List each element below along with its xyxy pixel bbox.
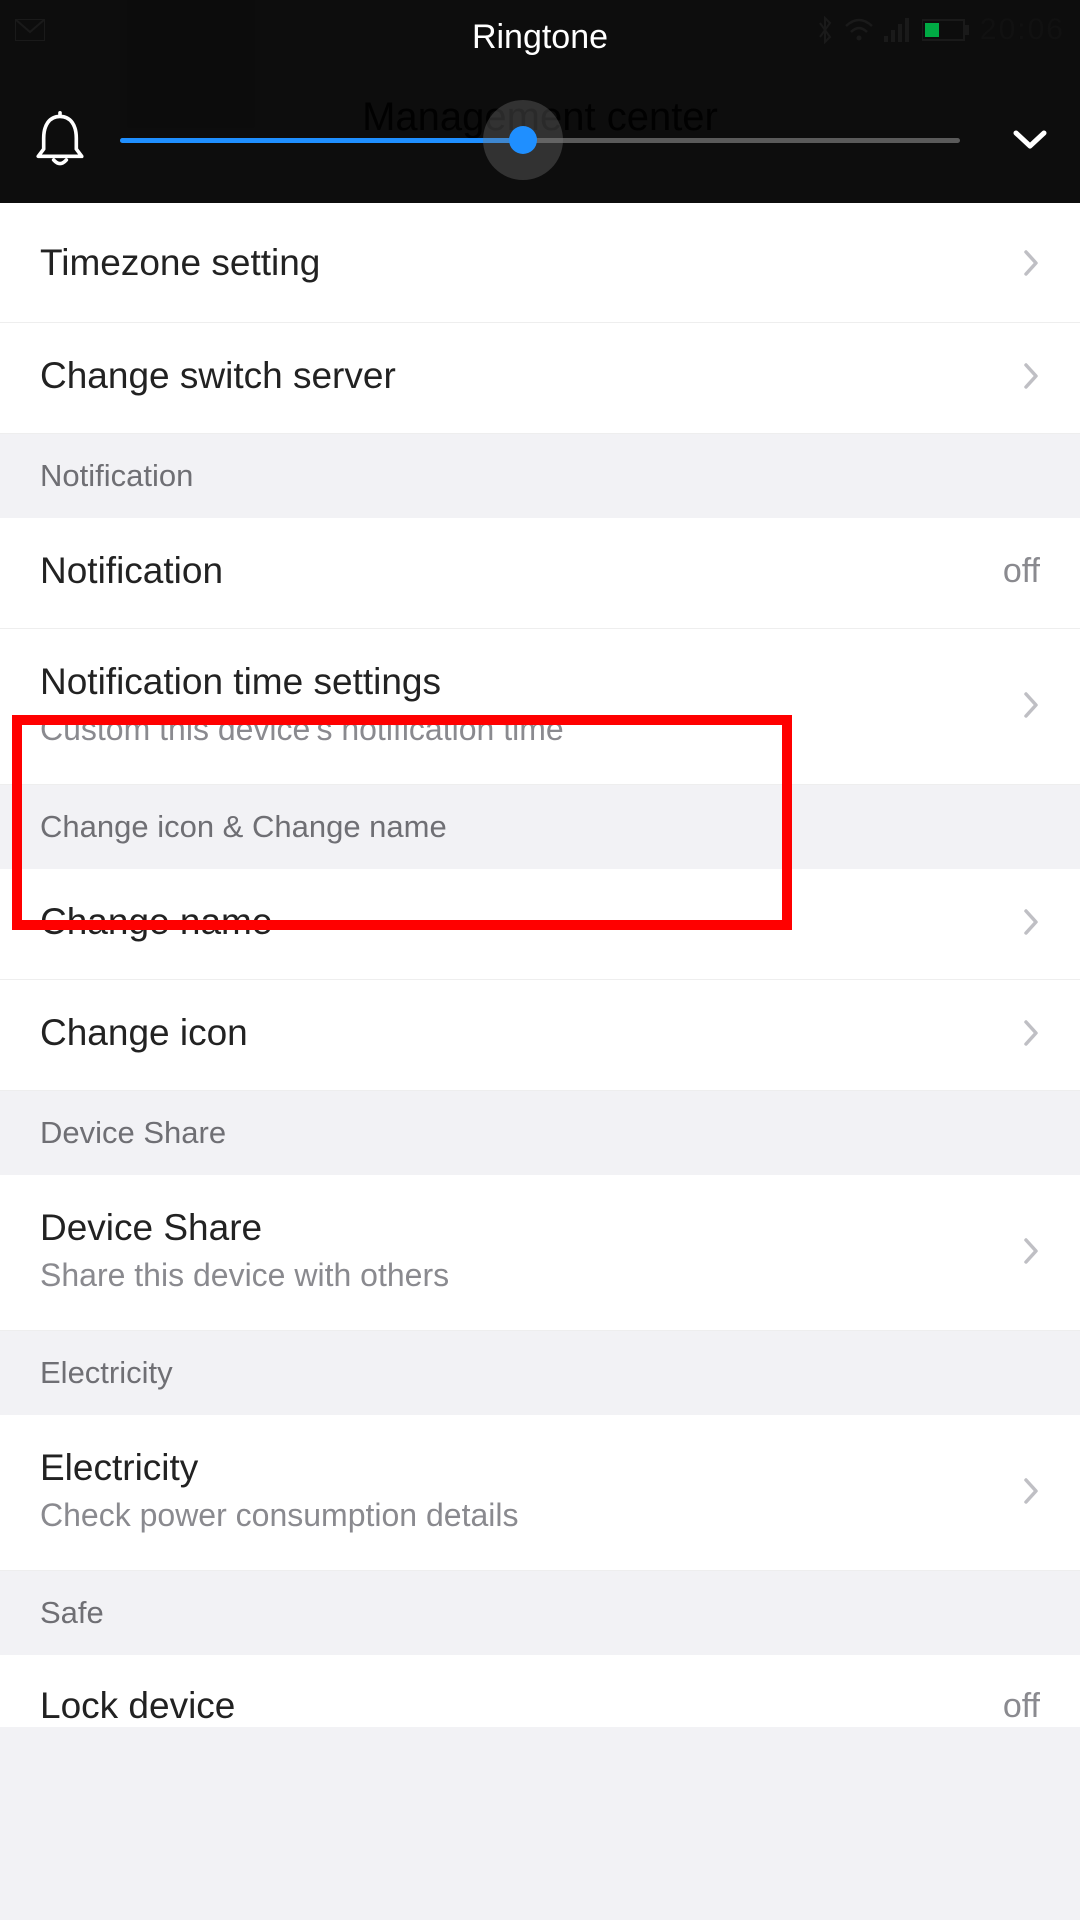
row-change-icon[interactable]: Change icon [0,980,1080,1091]
row-title: Notification [40,550,1003,592]
chevron-right-icon [1022,361,1040,391]
row-title: Electricity [40,1447,1022,1489]
chevron-right-icon [1022,248,1040,278]
chevron-right-icon [1022,907,1040,937]
section-header-change-icon-name: Change icon & Change name [0,785,1080,869]
settings-list: Timezone setting Change switch server No… [0,203,1080,1920]
ringtone-volume-overlay: 20:06 Ringtone [0,0,1080,203]
row-subtitle: Share this device with others [40,1257,1022,1294]
section-header-device-share: Device Share [0,1091,1080,1175]
section-header-notification: Notification [0,434,1080,518]
ringtone-volume-slider[interactable] [120,120,960,160]
chevron-right-icon [1022,1018,1040,1048]
row-electricity[interactable]: Electricity Check power consumption deta… [0,1415,1080,1571]
row-notification[interactable]: Notification off [0,518,1080,629]
row-value: off [1003,552,1040,591]
row-title: Change icon [40,1012,1022,1054]
row-title: Change switch server [40,355,1022,397]
section-header-electricity: Electricity [0,1331,1080,1415]
row-change-name[interactable]: Change name [0,869,1080,980]
row-subtitle: Check power consumption details [40,1497,1022,1534]
row-value: off [1003,1687,1040,1726]
row-timezone-setting[interactable]: Timezone setting [0,203,1080,323]
row-device-share[interactable]: Device Share Share this device with othe… [0,1175,1080,1331]
row-lock-device[interactable]: Lock device off [0,1655,1080,1727]
bell-icon [31,111,89,169]
chevron-right-icon [1022,1236,1040,1266]
collapse-button[interactable] [980,129,1080,151]
row-change-switch-server[interactable]: Change switch server [0,323,1080,434]
row-title: Device Share [40,1207,1022,1249]
chevron-down-icon [1013,129,1047,151]
chevron-right-icon [1022,690,1040,720]
chevron-right-icon [1022,1476,1040,1506]
row-title: Notification time settings [40,661,1022,703]
row-notification-time-settings[interactable]: Notification time settings Custom this d… [0,629,1080,785]
row-subtitle: Custom this device's notification time [40,711,1022,748]
ringtone-title: Ringtone [0,18,1080,57]
row-title: Lock device [40,1685,235,1727]
section-header-safe: Safe [0,1571,1080,1655]
row-title: Change name [40,901,1022,943]
row-title: Timezone setting [40,242,1022,284]
